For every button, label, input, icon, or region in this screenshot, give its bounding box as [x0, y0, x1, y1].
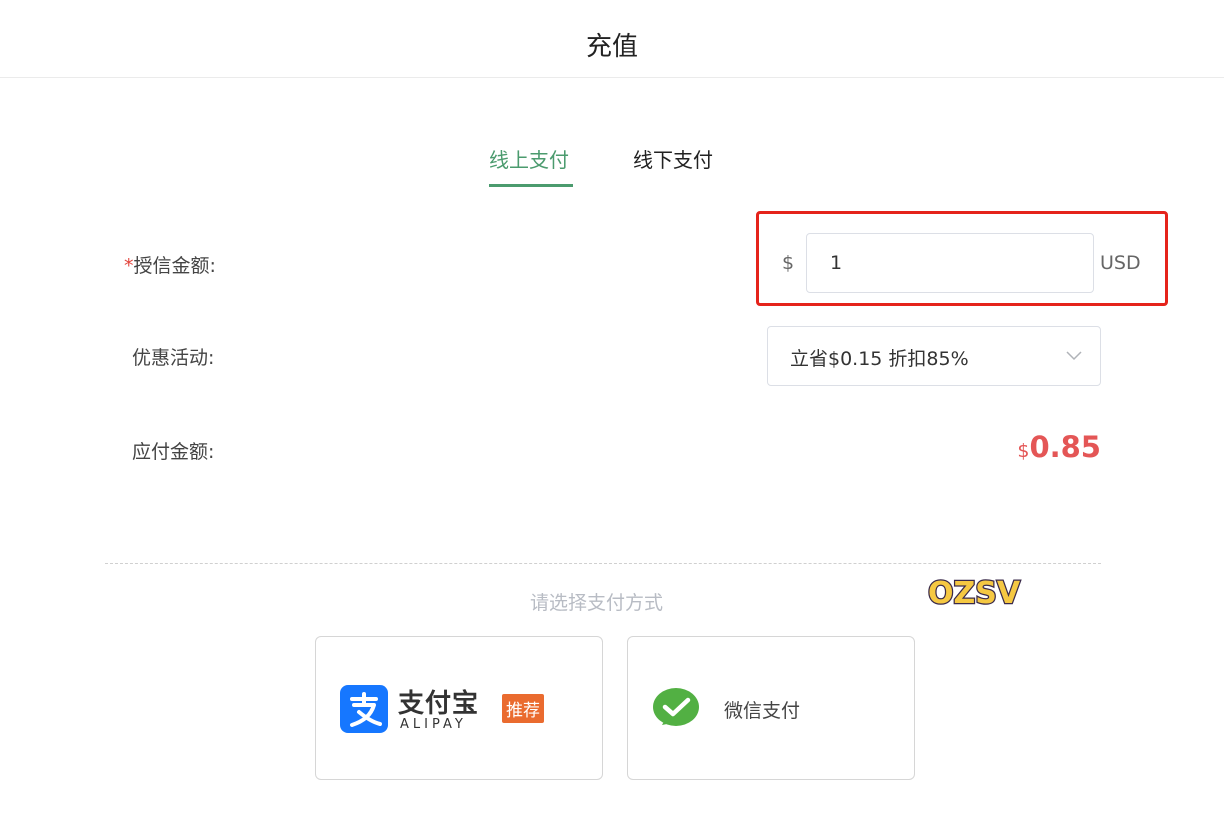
wechat-pay-label: 微信支付 [724, 700, 801, 722]
section-divider [105, 563, 1101, 564]
credit-amount-input[interactable] [806, 233, 1094, 293]
active-tab-indicator [489, 184, 573, 187]
alipay-name-cn: 支付宝 [398, 689, 480, 719]
tab-offline-payment[interactable]: 线下支付 [633, 144, 713, 173]
alipay-option[interactable]: 支付宝 ALIPAY 推荐 [315, 636, 603, 780]
credit-amount-label: *授信金额: [124, 251, 216, 278]
page-title: 充值 [585, 32, 638, 62]
payable-value: 0.85 [1029, 430, 1101, 464]
amount-unit: USD [1100, 252, 1141, 274]
promo-label: 优惠活动: [132, 347, 215, 369]
ozsv-sticker: OZSV [927, 575, 1022, 613]
promo-select[interactable]: 立省$0.15 折扣85% [767, 326, 1101, 386]
page-header: 充值 [0, 0, 1224, 78]
payment-method-prompt: 请选择支付方式 [530, 592, 664, 614]
payable-amount: $0.85 [1017, 430, 1101, 464]
wechat-icon [653, 688, 699, 726]
chevron-down-icon [1066, 351, 1082, 361]
required-mark: * [124, 255, 134, 277]
payable-label: 应付金额: [132, 441, 215, 463]
credit-amount-label-text: 授信金额: [133, 255, 216, 277]
alipay-icon [340, 685, 388, 733]
tab-online-payment[interactable]: 线上支付 [489, 144, 569, 173]
alipay-name-en: ALIPAY [400, 717, 467, 732]
payable-currency-sign: $ [1017, 440, 1030, 462]
recommended-badge: 推荐 [502, 694, 544, 723]
wechat-pay-option[interactable]: 微信支付 [627, 636, 915, 780]
amount-currency-sign: $ [782, 252, 795, 274]
sticker-text: OZSV [928, 576, 1021, 611]
promo-selected-value: 立省$0.15 折扣85% [790, 348, 969, 370]
